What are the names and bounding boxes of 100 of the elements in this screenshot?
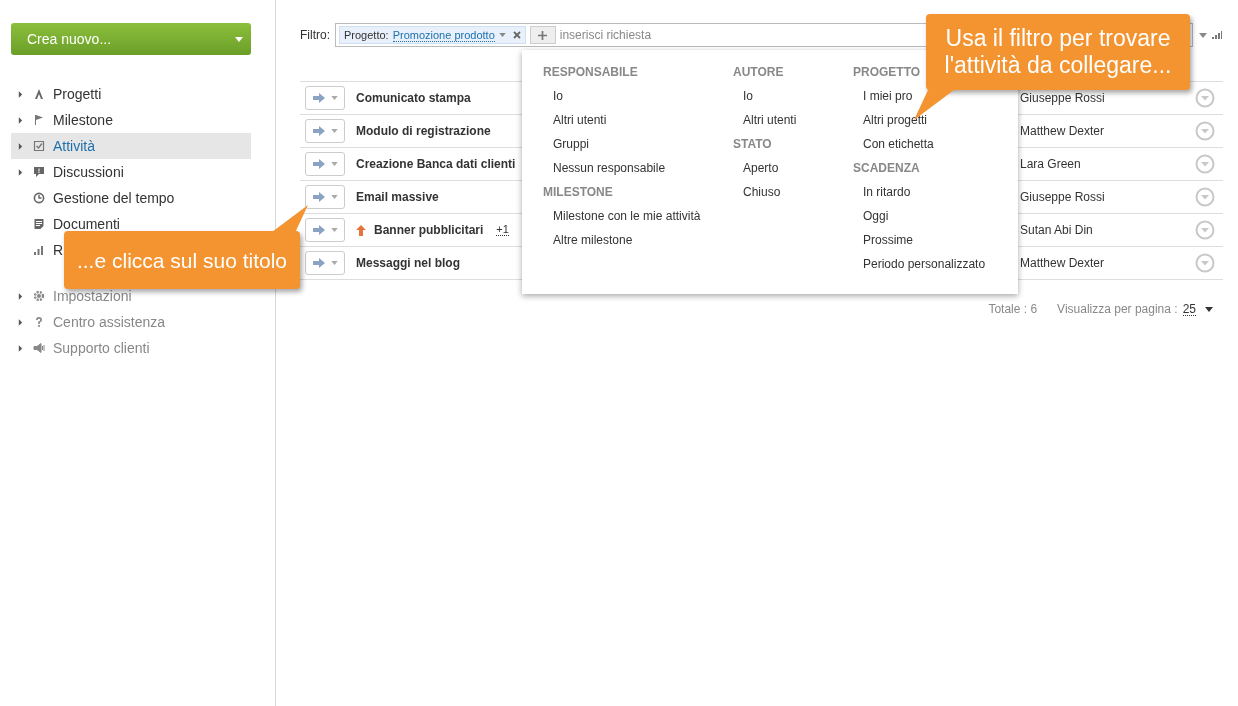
expand-arrow-icon[interactable] [18, 292, 23, 300]
compass-icon [33, 88, 45, 100]
menu-option[interactable]: Altri utenti [733, 112, 797, 136]
sidebar-item[interactable]: Discussioni [11, 159, 124, 185]
responsible-name: Giuseppe Rossi [1020, 190, 1106, 204]
responsible-name: Sutan Abi Din [1020, 223, 1094, 237]
total-count: Totale : 6 [988, 302, 1038, 316]
task-title-link[interactable]: Banner pubblicitari [374, 223, 484, 237]
filter-label: Filtro: [300, 28, 330, 42]
flag-icon [33, 114, 45, 126]
checkbox-icon [33, 140, 45, 152]
sidebar-item[interactable]: Progetti [11, 81, 102, 107]
clock-icon [33, 192, 45, 204]
menu-option[interactable]: Altri progetti [853, 112, 928, 136]
task-action-button[interactable] [305, 185, 345, 209]
arrow-right-icon [312, 258, 325, 268]
menu-option[interactable]: Gruppi [543, 136, 590, 160]
menu-section-heading: STATO [733, 136, 772, 153]
expand-arrow-icon[interactable] [18, 142, 23, 150]
task-title-link[interactable]: Messaggi nel blog [356, 256, 460, 270]
menu-circle-icon[interactable] [1195, 187, 1215, 207]
menu-option[interactable]: Con etichetta [853, 136, 934, 160]
question-mark-icon [33, 316, 45, 328]
task-title-link[interactable]: Email massive [356, 190, 439, 204]
caret-icon [330, 228, 338, 232]
task-action-button[interactable] [305, 251, 345, 275]
menu-circle-icon[interactable] [1195, 220, 1215, 240]
caret-icon [235, 36, 243, 42]
menu-circle-icon[interactable] [1195, 121, 1215, 141]
filter-tag-value[interactable]: Promozione prodotto [392, 28, 495, 42]
menu-option[interactable]: Nessun responsabile [543, 160, 666, 184]
responsible-name: Matthew Dexter [1020, 256, 1106, 270]
menu-option[interactable]: Io [733, 88, 753, 112]
arrow-right-icon [312, 192, 325, 202]
bar-chart-icon [33, 244, 45, 256]
per-page-label: Visualizza per pagina : [1057, 302, 1178, 316]
menu-section-heading: RESPONSABILE [543, 64, 638, 81]
arrow-right-icon [312, 126, 325, 136]
sidebar-item[interactable]: Impostazioni [11, 283, 132, 309]
menu-option[interactable]: Altri utenti [543, 112, 607, 136]
menu-section-heading: AUTORE [733, 64, 784, 81]
per-page-select[interactable]: 25 [1182, 302, 1196, 316]
arrow-right-icon [312, 225, 325, 235]
sidebar-item[interactable]: R [11, 237, 64, 263]
sidebar-item[interactable]: Centro assistenza [11, 309, 166, 335]
speech-bubble-icon [33, 166, 45, 178]
menu-option[interactable]: Altre milestone [543, 232, 633, 256]
caret-icon [330, 96, 338, 100]
task-title-link[interactable]: Creazione Banca dati clienti [356, 157, 516, 171]
expand-arrow-icon[interactable] [18, 344, 23, 352]
sidebar-item[interactable]: Attività [11, 133, 251, 159]
filter-tag-key: Progetto: [344, 29, 389, 41]
menu-option[interactable]: Chiuso [733, 184, 781, 208]
responsible-name: Matthew Dexter [1020, 124, 1106, 138]
task-action-button[interactable] [305, 119, 345, 143]
bar-chart-icon[interactable] [1212, 31, 1222, 39]
menu-circle-icon[interactable] [1195, 154, 1215, 174]
sidebar-item[interactable]: Gestione del tempo [11, 185, 175, 211]
task-action-button[interactable] [305, 86, 345, 110]
menu-section-heading: PROGETTO [853, 64, 921, 81]
expand-arrow-icon[interactable] [18, 90, 23, 98]
caret-icon [330, 129, 338, 133]
expand-arrow-icon[interactable] [18, 116, 23, 124]
menu-option[interactable]: Milestone con le mie attività [543, 208, 701, 232]
close-icon[interactable] [512, 31, 521, 39]
megaphone-icon [33, 342, 45, 354]
expand-arrow-icon[interactable] [18, 168, 23, 176]
task-action-button[interactable] [305, 152, 345, 176]
menu-option[interactable]: Io [543, 88, 563, 112]
menu-section-heading: SCADENZA [853, 160, 920, 177]
menu-option[interactable]: In ritardo [853, 184, 911, 208]
arrow-right-icon [312, 93, 325, 103]
sidebar-item[interactable]: Supporto clienti [11, 335, 150, 361]
plus-icon [538, 30, 548, 40]
menu-option[interactable]: I miei pro [853, 88, 913, 112]
responsible-name: Lara Green [1020, 157, 1082, 171]
task-title-link[interactable]: Modulo di registrazione [356, 124, 491, 138]
add-filter-button[interactable] [529, 26, 556, 44]
menu-option[interactable]: Periodo personalizzato [853, 256, 986, 280]
callout-text: ...e clicca sul suo titolo [76, 247, 288, 273]
menu-circle-icon[interactable] [1195, 253, 1215, 273]
extra-count[interactable]: +1 [496, 224, 509, 236]
responsible-name: Giuseppe Rossi [1020, 91, 1106, 105]
task-title-link[interactable]: Comunicato stampa [356, 91, 471, 105]
task-action-button[interactable] [305, 218, 345, 242]
expand-arrow-icon[interactable] [18, 318, 23, 326]
caret-icon [330, 261, 338, 265]
filter-tag[interactable]: Progetto: Promozione prodotto [339, 26, 526, 44]
caret-icon[interactable] [1205, 306, 1213, 312]
menu-option[interactable]: Aperto [733, 160, 779, 184]
sidebar-item[interactable]: Documenti [11, 211, 120, 237]
menu-option[interactable]: Oggi [853, 208, 889, 232]
arrow-right-icon [312, 159, 325, 169]
sidebar-item[interactable]: Milestone [11, 107, 113, 133]
menu-circle-icon[interactable] [1195, 88, 1215, 108]
caret-icon [330, 195, 338, 199]
settings-icon [33, 290, 45, 302]
document-icon [33, 218, 45, 230]
menu-option[interactable]: Prossime [853, 232, 913, 256]
caret-icon [330, 162, 338, 166]
